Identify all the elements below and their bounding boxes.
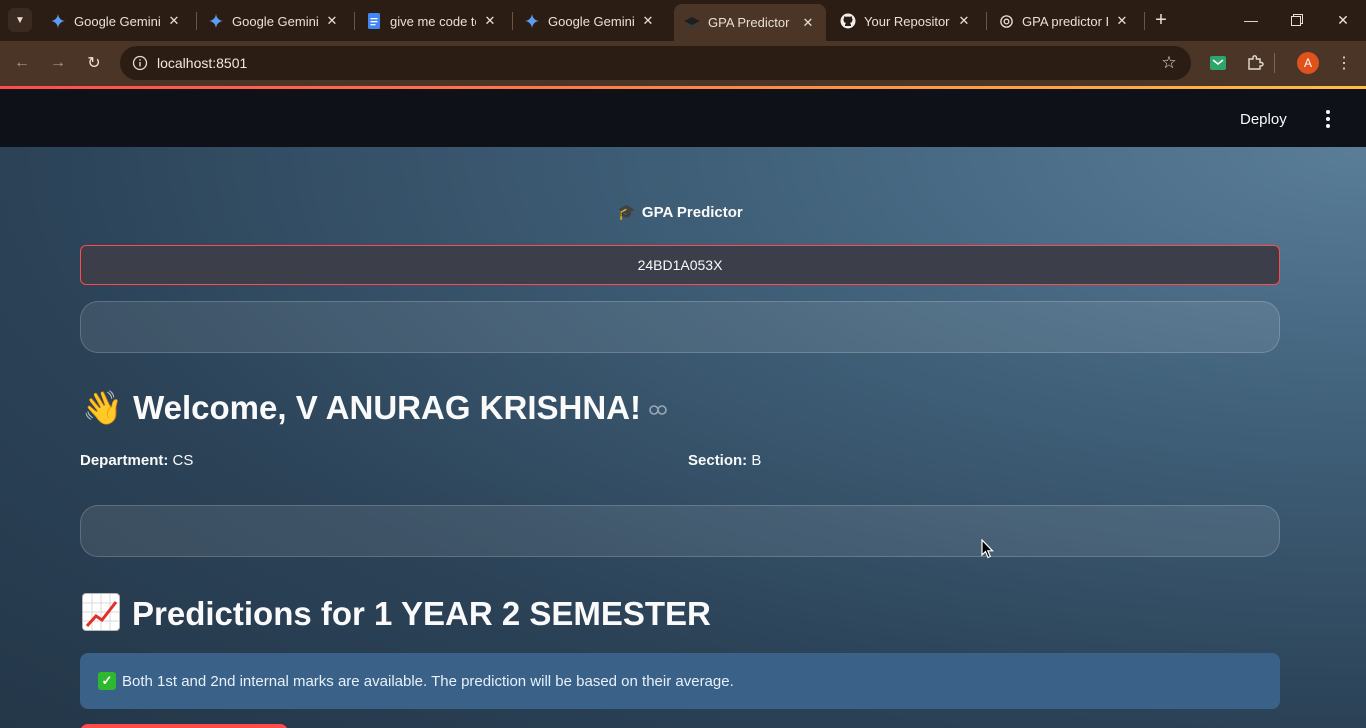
close-icon[interactable]: ✕ (638, 11, 658, 31)
welcome-text: Welcome, V ANURAG KRISHNA! (133, 389, 641, 426)
section-label: Section: (688, 452, 748, 469)
anchor-link-icon[interactable] (649, 400, 667, 420)
department-field: Department: CS (80, 452, 193, 469)
gemini-icon (208, 13, 224, 29)
graduation-cap-icon: 🎓 (617, 204, 636, 221)
browser-tab-active[interactable]: GPA Predictor ✕ (674, 4, 826, 41)
browser-tab-6[interactable]: Your Repositorie ✕ (830, 6, 982, 36)
profile-avatar[interactable]: A (1297, 52, 1319, 74)
tab-divider (354, 12, 355, 30)
site-info-icon[interactable] (130, 53, 150, 73)
welcome-heading: 👋 Welcome, V ANURAG KRISHNA! (82, 389, 667, 428)
section-value: B (751, 452, 762, 469)
tab-title: Google Gemini (232, 13, 318, 29)
chart-increasing-icon (82, 593, 120, 631)
check-mark-icon: ✓ (98, 672, 116, 690)
app-header: Deploy (0, 89, 1366, 147)
tab-divider (1144, 12, 1145, 30)
mouse-cursor-icon (981, 539, 994, 559)
close-window-icon[interactable]: ✕ (1320, 0, 1366, 40)
page-title-text: GPA Predictor (641, 204, 743, 221)
browser-tab-2[interactable]: Google Gemini ✕ (198, 6, 350, 36)
info-alert: ✓ Both 1st and 2nd internal marks are av… (80, 653, 1280, 709)
browser-tab-3[interactable]: give me code to ✕ (356, 6, 508, 36)
browser-toolbar: ← → ↻ localhost:8501 ☆ A ⋮ (0, 41, 1366, 86)
tab-title: Your Repositorie (864, 13, 950, 29)
tab-title: GPA Predictor (708, 15, 790, 30)
predictions-heading-text: Predictions for 1 YEAR 2 SEMESTER (132, 595, 711, 632)
close-icon[interactable]: ✕ (164, 11, 184, 31)
predictions-heading: Predictions for 1 YEAR 2 SEMESTER (82, 593, 711, 633)
tab-divider (196, 12, 197, 30)
minimize-icon[interactable]: — (1228, 0, 1274, 40)
browser-tab-7[interactable]: GPA predictor RI ✕ (988, 6, 1140, 36)
extensions-puzzle-icon[interactable] (1243, 51, 1267, 75)
app-main: 🎓 GPA Predictor 👋Welcome, V ANURAG KRISHN… (0, 147, 1366, 728)
forward-arrow-icon[interactable]: → (44, 49, 72, 77)
browser-tab-4[interactable]: Google Gemini ✕ (514, 6, 666, 36)
glass-panel (80, 301, 1280, 353)
browser-menu-icon[interactable]: ⋮ (1332, 51, 1356, 75)
toolbar-divider (1274, 53, 1275, 73)
tab-title: give me code to (390, 13, 476, 29)
tab-title: Google Gemini (548, 13, 634, 29)
main-menu-icon[interactable] (1318, 109, 1338, 129)
gemini-icon (524, 13, 540, 29)
gemini-icon (50, 13, 66, 29)
glass-panel (80, 505, 1280, 557)
roll-number-input[interactable] (80, 245, 1280, 285)
tab-divider (512, 12, 513, 30)
department-label: Department: (80, 452, 169, 469)
tab-divider (986, 12, 987, 30)
tab-title: GPA predictor RI (1022, 13, 1108, 29)
back-arrow-icon[interactable]: ← (8, 49, 36, 77)
close-icon[interactable]: ✕ (798, 13, 818, 33)
address-bar[interactable]: localhost:8501 ☆ (120, 46, 1191, 80)
department-value: CS (172, 452, 194, 469)
docs-icon (366, 13, 382, 29)
bookmark-star-icon[interactable]: ☆ (1159, 53, 1179, 73)
reload-icon[interactable]: ↻ (80, 49, 108, 77)
extension-mail-icon[interactable] (1206, 51, 1230, 75)
github-icon (840, 13, 856, 29)
tab-title: Google Gemini (74, 13, 160, 29)
info-alert-text: Both 1st and 2nd internal marks are avai… (122, 672, 734, 690)
close-icon[interactable]: ✕ (1112, 11, 1132, 31)
close-icon[interactable]: ✕ (322, 11, 342, 31)
primary-action-button[interactable] (80, 724, 288, 728)
restore-window-icon[interactable] (1274, 0, 1320, 40)
close-icon[interactable]: ✕ (954, 11, 974, 31)
close-icon[interactable]: ✕ (480, 11, 500, 31)
deploy-button[interactable]: Deploy (1240, 111, 1287, 128)
browser-tab-1[interactable]: Google Gemini ✕ (40, 6, 192, 36)
tab-search-dropdown-icon[interactable]: ▼ (8, 8, 32, 32)
page-title: 🎓 GPA Predictor (0, 203, 1366, 221)
waving-hand-icon: 👋 (82, 389, 124, 426)
browser-tabstrip: ▼ Google Gemini ✕ Google Gemini ✕ give m… (0, 0, 1366, 41)
new-tab-plus-icon[interactable]: + (1150, 8, 1172, 32)
graduation-cap-icon (684, 15, 700, 31)
chatgpt-icon (998, 13, 1014, 29)
url-text: localhost:8501 (157, 55, 248, 71)
section-field: Section: B (688, 452, 761, 469)
